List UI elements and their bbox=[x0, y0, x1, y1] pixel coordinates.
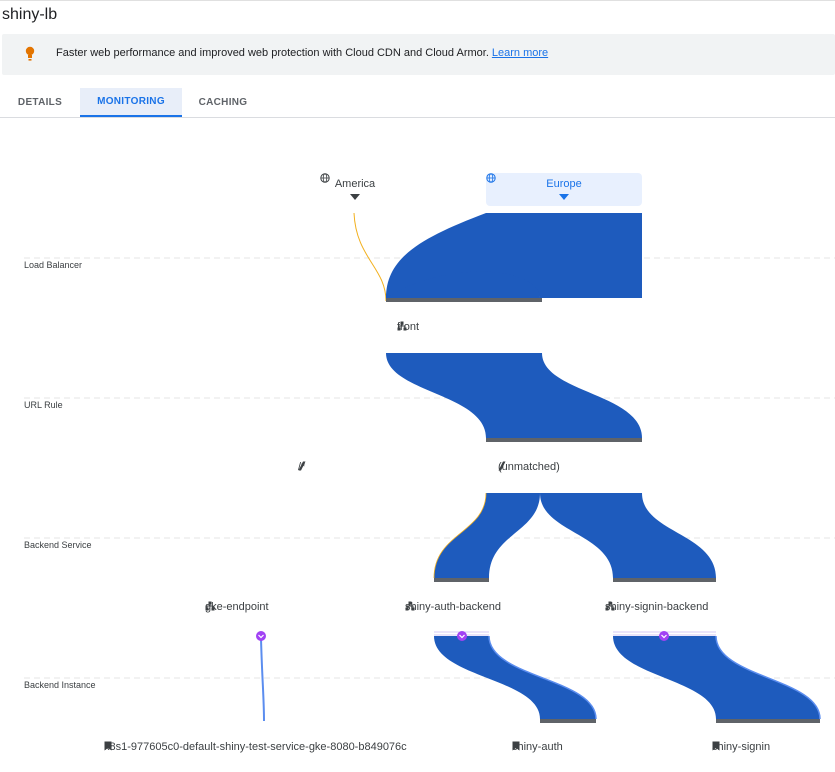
page-title: shiny-lb bbox=[2, 6, 58, 23]
auth-backend-bar bbox=[434, 578, 489, 582]
slash-icon bbox=[298, 461, 306, 471]
signin-backend-marker[interactable] bbox=[659, 631, 669, 641]
shiny-signin-bar bbox=[716, 719, 820, 723]
bookmark-icon bbox=[712, 741, 720, 751]
auth-backend-marker[interactable] bbox=[457, 631, 467, 641]
shiny-auth-bar bbox=[540, 719, 596, 723]
backend-service-shiny-signin[interactable]: shiny-signin-backend bbox=[605, 601, 708, 613]
front-to-unmatched-flow[interactable] bbox=[386, 353, 642, 438]
banner-text: Faster web performance and improved web … bbox=[56, 47, 489, 59]
unmatched-to-auth-flow[interactable] bbox=[434, 493, 540, 578]
backend-instance-label: k8s1-977605c0-default-shiny-test-service… bbox=[104, 741, 407, 753]
url-rule-unmatched[interactable]: (unmatched) bbox=[498, 461, 560, 473]
traffic-flow-diagram: America Europe Load Balancer URL Rule Ba… bbox=[0, 118, 835, 772]
backend-instance-shiny-auth[interactable]: shiny-auth bbox=[512, 741, 563, 753]
tab-bar: DETAILS MONITORING CACHING bbox=[0, 88, 835, 118]
url-rule-root[interactable]: /* bbox=[298, 461, 306, 473]
load-balancer-node[interactable]: front bbox=[397, 321, 419, 333]
tab-caching[interactable]: CACHING bbox=[182, 88, 264, 117]
bookmark-icon bbox=[104, 741, 112, 751]
top-border bbox=[0, 0, 835, 1]
gke-endpoint-flow bbox=[260, 637, 265, 722]
unmatched-to-signin-flow[interactable] bbox=[540, 493, 716, 578]
globe-icon bbox=[486, 173, 496, 183]
caret-down-icon bbox=[559, 194, 569, 200]
backend-service-label: shiny-signin-backend bbox=[605, 601, 709, 613]
flow-canvas bbox=[24, 212, 835, 723]
backend-instance-gke[interactable]: k8s1-977605c0-default-shiny-test-service… bbox=[104, 741, 407, 753]
row-label-backend-instance: Backend Instance bbox=[24, 680, 96, 690]
load-balancer-bar bbox=[386, 298, 542, 302]
tab-details[interactable]: DETAILS bbox=[0, 88, 80, 117]
gke-endpoint-marker[interactable] bbox=[256, 631, 266, 641]
tab-monitoring[interactable]: MONITORING bbox=[80, 88, 182, 117]
network-icon bbox=[205, 601, 215, 611]
banner-message: Faster web performance and improved web … bbox=[56, 47, 548, 59]
region-america[interactable]: America bbox=[320, 173, 390, 205]
globe-icon bbox=[320, 173, 330, 183]
row-label-load-balancer: Load Balancer bbox=[24, 260, 83, 270]
region-america-label: America bbox=[334, 178, 376, 190]
learn-more-link[interactable]: Learn more bbox=[492, 47, 548, 59]
bookmark-icon bbox=[512, 741, 520, 751]
region-europe-label: Europe bbox=[546, 178, 582, 190]
network-icon bbox=[605, 601, 615, 611]
promo-banner: Faster web performance and improved web … bbox=[2, 34, 835, 75]
backend-service-gke-endpoint[interactable]: gke-endpoint bbox=[205, 601, 269, 613]
america-flow bbox=[353, 212, 387, 302]
row-guides bbox=[24, 257, 835, 679]
backend-instance-label: shiny-signin bbox=[712, 741, 771, 753]
lightbulb-icon bbox=[25, 46, 35, 61]
row-label-backend-service: Backend Service bbox=[24, 540, 92, 550]
caret-down-icon bbox=[350, 194, 360, 200]
signin-backend-bar bbox=[613, 578, 716, 582]
backend-service-label: shiny-auth-backend bbox=[405, 601, 502, 613]
url-rule-bar bbox=[486, 438, 642, 442]
backend-instance-shiny-signin[interactable]: shiny-signin bbox=[712, 741, 770, 753]
network-icon bbox=[405, 601, 415, 611]
network-icon bbox=[397, 321, 407, 331]
row-label-url-rule: URL Rule bbox=[24, 400, 63, 410]
slash-icon bbox=[498, 461, 506, 471]
region-europe[interactable]: Europe bbox=[486, 173, 642, 206]
url-rule-unmatched-label: (unmatched) bbox=[498, 461, 560, 473]
backend-service-shiny-auth[interactable]: shiny-auth-backend bbox=[405, 601, 501, 613]
